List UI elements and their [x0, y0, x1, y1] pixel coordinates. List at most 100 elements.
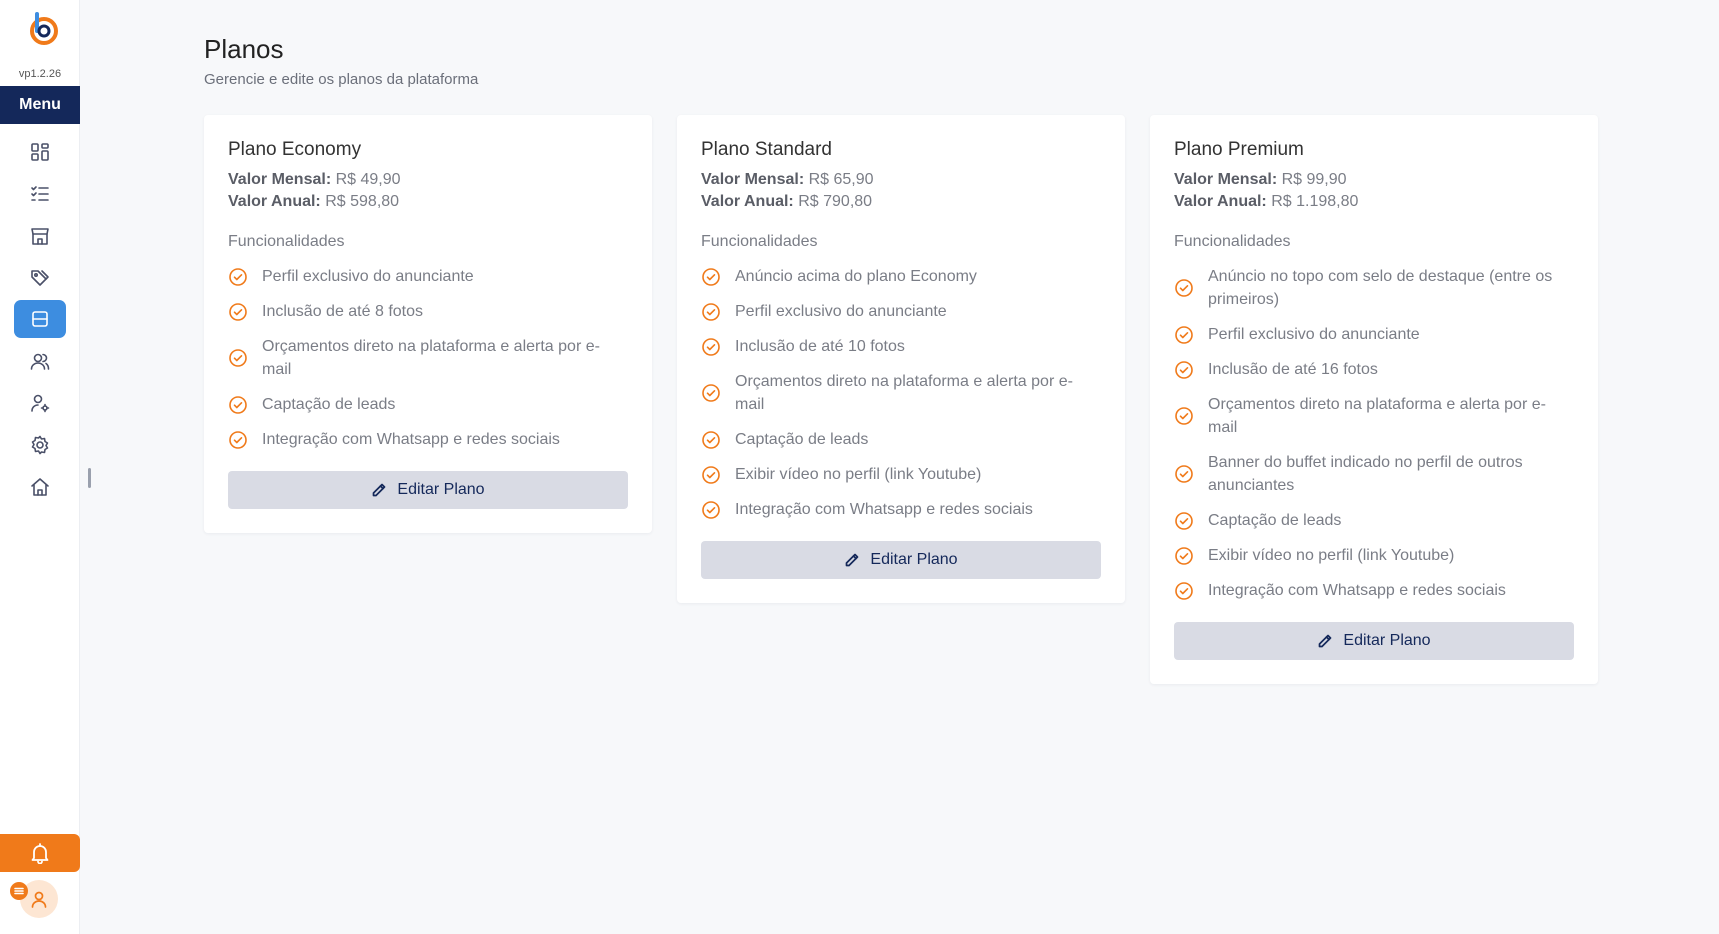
monthly-price: Valor Mensal: R$ 65,90 [701, 169, 1101, 191]
edit-plan-button[interactable]: Editar Plano [228, 471, 628, 509]
annual-price-value: R$ 1.198,80 [1271, 193, 1359, 210]
monthly-price: Valor Mensal: R$ 49,90 [228, 169, 628, 191]
feature-item: Perfil exclusivo do anunciante [228, 265, 628, 288]
edit-plan-button[interactable]: Editar Plano [1174, 622, 1574, 660]
feature-item: Captação de leads [228, 393, 628, 416]
sidebar-item-store[interactable] [14, 217, 66, 255]
check-circle-icon [228, 395, 248, 415]
dashboard-icon [31, 143, 49, 161]
check-circle-icon [1174, 546, 1194, 566]
feature-label: Integração com Whatsapp e redes sociais [1208, 582, 1506, 599]
sidebar-resize-handle[interactable] [88, 468, 91, 488]
check-circle-icon [1174, 278, 1194, 298]
features-heading: Funcionalidades [1174, 233, 1291, 250]
feature-item: Integração com Whatsapp e redes sociais [1174, 579, 1574, 602]
monthly-price-label: Valor Mensal: [1174, 171, 1278, 188]
feature-label: Exibir vídeo no perfil (link Youtube) [1208, 547, 1455, 564]
feature-item: Perfil exclusivo do anunciante [701, 300, 1101, 323]
home-icon [31, 478, 49, 496]
profile-menu-badge[interactable] [10, 882, 28, 900]
feature-label: Inclusão de até 8 fotos [262, 303, 423, 320]
annual-price-value: R$ 790,80 [798, 193, 873, 210]
feature-label: Captação de leads [262, 396, 396, 413]
feature-item: Orçamentos direto na plataforma e alerta… [1174, 393, 1574, 439]
feature-item: Perfil exclusivo do anunciante [1174, 323, 1574, 346]
feature-label: Inclusão de até 16 fotos [1208, 361, 1378, 378]
menu-lines-icon [14, 887, 24, 895]
check-circle-icon [1174, 464, 1194, 484]
check-circle-icon [701, 500, 721, 520]
feature-label: Perfil exclusivo do anunciante [735, 303, 947, 320]
feature-label: Integração com Whatsapp e redes sociais [735, 501, 1033, 518]
annual-price: Valor Anual: R$ 790,80 [701, 191, 1101, 213]
pencil-icon [1317, 633, 1333, 649]
feature-item: Orçamentos direto na plataforma e alerta… [228, 335, 628, 381]
annual-price-label: Valor Anual: [228, 193, 321, 210]
feature-label: Anúncio acima do plano Economy [735, 268, 977, 285]
feature-item: Inclusão de até 10 fotos [701, 335, 1101, 358]
check-circle-icon [228, 302, 248, 322]
edit-plan-button[interactable]: Editar Plano [701, 541, 1101, 579]
sidebar-item-user-settings[interactable] [14, 384, 66, 422]
app-logo[interactable] [26, 10, 62, 46]
plan-name: Plano Premium [1174, 139, 1304, 160]
check-circle-icon [1174, 581, 1194, 601]
sidebar-item-home[interactable] [14, 468, 66, 506]
pencil-icon [371, 482, 387, 498]
check-circle-icon [1174, 325, 1194, 345]
feature-label: Captação de leads [1208, 512, 1342, 529]
check-circle-icon [701, 337, 721, 357]
feature-item: Exibir vídeo no perfil (link Youtube) [1174, 544, 1574, 567]
store-icon [31, 228, 49, 245]
edit-plan-label: Editar Plano [397, 481, 485, 498]
app-version: vp1.2.26 [18, 68, 62, 80]
feature-label: Orçamentos direto na plataforma e alerta… [1208, 396, 1546, 436]
check-circle-icon [1174, 360, 1194, 380]
features-heading: Funcionalidades [228, 233, 345, 250]
check-circle-icon [1174, 406, 1194, 426]
feature-item: Captação de leads [701, 428, 1101, 451]
check-circle-icon [228, 267, 248, 287]
tags-icon [31, 270, 49, 286]
feature-item: Anúncio acima do plano Economy [701, 265, 1101, 288]
page-title: Planos [204, 34, 284, 64]
plan-card-economy: Plano Economy Valor Mensal: R$ 49,90 Val… [204, 115, 652, 533]
features-heading: Funcionalidades [701, 233, 818, 250]
feature-label: Integração com Whatsapp e redes sociais [262, 431, 560, 448]
notifications-button[interactable] [0, 834, 80, 872]
feature-label: Captação de leads [735, 431, 869, 448]
feature-item: Inclusão de até 8 fotos [228, 300, 628, 323]
check-circle-icon [701, 430, 721, 450]
sidebar-item-plans[interactable] [14, 300, 66, 338]
sidebar: vp1.2.26 Menu [0, 0, 80, 934]
feature-item: Integração com Whatsapp e redes sociais [701, 498, 1101, 521]
sidebar-item-checklist[interactable] [14, 175, 66, 213]
annual-price: Valor Anual: R$ 598,80 [228, 191, 628, 213]
annual-price-label: Valor Anual: [1174, 193, 1267, 210]
feature-item: Integração com Whatsapp e redes sociais [228, 428, 628, 451]
monthly-price-label: Valor Mensal: [701, 171, 805, 188]
feature-item: Inclusão de até 16 fotos [1174, 358, 1574, 381]
sidebar-item-users[interactable] [14, 342, 66, 380]
sidebar-item-dashboard[interactable] [14, 133, 66, 171]
feature-label: Banner do buffet indicado no perfil de o… [1208, 454, 1523, 494]
check-circle-icon [1174, 511, 1194, 531]
checklist-icon [31, 186, 49, 201]
monthly-price-value: R$ 99,90 [1281, 171, 1347, 188]
bell-icon [31, 843, 49, 864]
annual-price-value: R$ 598,80 [325, 193, 400, 210]
plan-card-premium: Plano Premium Valor Mensal: R$ 99,90 Val… [1150, 115, 1598, 684]
feature-item: Exibir vídeo no perfil (link Youtube) [701, 463, 1101, 486]
pencil-icon [844, 552, 860, 568]
feature-label: Orçamentos direto na plataforma e alerta… [735, 373, 1073, 413]
plans-icon [32, 311, 48, 327]
plan-name: Plano Standard [701, 139, 832, 160]
menu-header: Menu [0, 86, 80, 124]
page-subtitle: Gerencie e edite os planos da plataforma [204, 71, 479, 88]
features-list: Anúncio no topo com selo de destaque (en… [1174, 265, 1574, 602]
feature-label: Perfil exclusivo do anunciante [262, 268, 474, 285]
feature-label: Perfil exclusivo do anunciante [1208, 326, 1420, 343]
annual-price-label: Valor Anual: [701, 193, 794, 210]
sidebar-item-settings[interactable] [14, 426, 66, 464]
sidebar-item-tags[interactable] [14, 259, 66, 297]
